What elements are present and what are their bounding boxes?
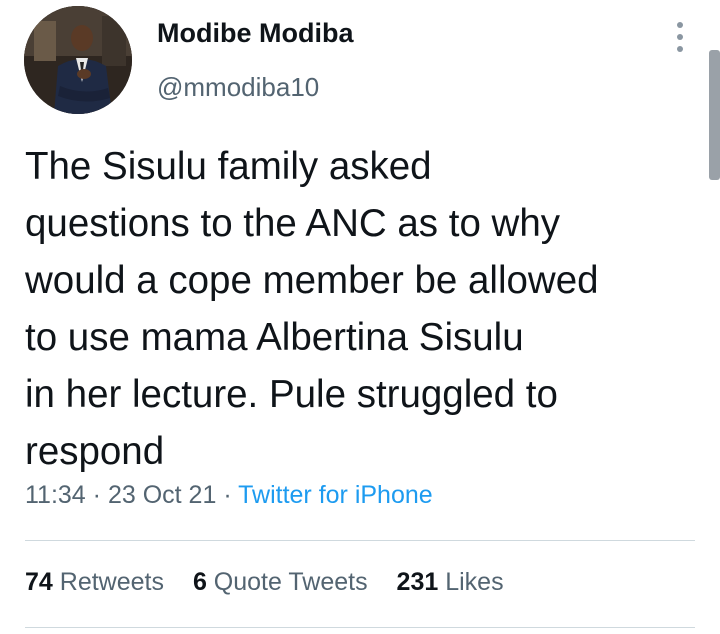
display-name[interactable]: Modibe Modiba xyxy=(157,18,353,49)
divider xyxy=(25,627,695,628)
likes-label: Likes xyxy=(445,568,504,596)
quote-tweets-count: 6 xyxy=(192,568,207,596)
likes-stat[interactable]: 231 Likes xyxy=(397,568,504,596)
tweet-date[interactable]: 23 Oct 21 xyxy=(108,481,216,509)
retweets-stat[interactable]: 74 Retweets xyxy=(25,568,164,596)
tweet-time[interactable]: 11:34 xyxy=(25,481,86,509)
more-dot xyxy=(677,22,683,28)
tweet-meta: 11:34 · 23 Oct 21 · Twitter for iPhone xyxy=(25,481,433,510)
user-handle[interactable]: @mmodiba10 xyxy=(157,72,319,103)
retweets-count: 74 xyxy=(25,568,53,596)
tweet-stats: 74 Retweets 6 Quote Tweets 231 Likes xyxy=(25,568,526,597)
meta-separator: · xyxy=(223,481,232,509)
more-dot xyxy=(677,46,683,52)
tweet-text: The Sisulu family asked questions to the… xyxy=(25,145,599,473)
retweets-label: Retweets xyxy=(59,568,164,596)
tweet-source-link[interactable]: Twitter for iPhone xyxy=(238,481,433,509)
quote-tweets-label: Quote Tweets xyxy=(213,568,368,596)
more-dot xyxy=(677,34,683,40)
scrollbar[interactable] xyxy=(709,50,720,180)
likes-count: 231 xyxy=(396,568,439,596)
meta-separator: · xyxy=(92,481,101,509)
divider xyxy=(25,540,695,541)
avatar-photo xyxy=(24,6,132,114)
more-vertical-icon[interactable] xyxy=(670,22,690,52)
quote-tweets-stat[interactable]: 6 Quote Tweets xyxy=(193,568,368,596)
avatar[interactable] xyxy=(24,6,132,114)
